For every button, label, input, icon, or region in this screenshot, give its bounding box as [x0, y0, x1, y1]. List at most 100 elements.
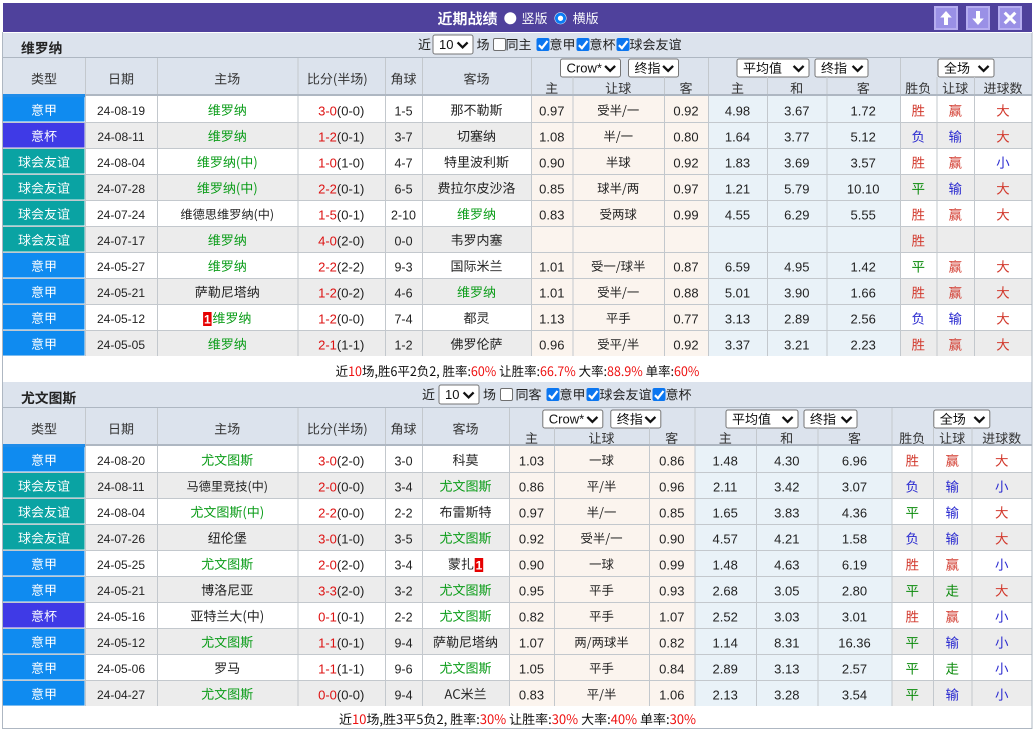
svg-text:1.08: 1.08: [539, 130, 564, 145]
svg-text:3.13: 3.13: [725, 312, 750, 327]
svg-text:0.80: 0.80: [673, 130, 698, 145]
svg-text:(1-1): (1-1): [337, 662, 364, 677]
svg-text:(0-0): (0-0): [337, 688, 364, 703]
svg-text:0.96: 0.96: [659, 480, 684, 495]
svg-text:4-7: 4-7: [394, 156, 412, 170]
svg-text:1-2: 1-2: [318, 130, 337, 145]
svg-text:0.85: 0.85: [659, 506, 684, 521]
svg-text:4.98: 4.98: [725, 104, 750, 119]
svg-text:0.88: 0.88: [673, 286, 698, 301]
svg-text:24-07-28: 24-07-28: [97, 182, 145, 196]
svg-text:3-0: 3-0: [318, 532, 337, 547]
svg-text:0.84: 0.84: [659, 662, 684, 677]
svg-text:(0-0): (0-0): [337, 312, 364, 327]
svg-text:3.77: 3.77: [784, 130, 809, 145]
svg-text:0.77: 0.77: [673, 312, 698, 327]
svg-text:(2-0): (2-0): [337, 584, 364, 599]
svg-text:24-05-21: 24-05-21: [97, 584, 145, 598]
svg-text:(0-2): (0-2): [337, 286, 364, 301]
svg-text:2-1: 2-1: [318, 338, 337, 353]
svg-text:0.96: 0.96: [539, 338, 564, 353]
svg-text:0-1: 0-1: [318, 610, 337, 625]
svg-text:0.92: 0.92: [673, 156, 698, 171]
svg-text:24-08-11: 24-08-11: [97, 480, 144, 494]
svg-text:0.97: 0.97: [519, 506, 544, 521]
svg-text:2-2: 2-2: [318, 260, 337, 275]
svg-text:3-7: 3-7: [394, 130, 412, 144]
svg-text:2.13: 2.13: [713, 688, 738, 703]
svg-text:2-2: 2-2: [318, 182, 337, 197]
svg-text:3-2: 3-2: [394, 584, 412, 598]
svg-text:1.42: 1.42: [851, 260, 876, 275]
svg-text:3-0: 3-0: [394, 454, 412, 468]
svg-text:(0-0): (0-0): [337, 104, 364, 119]
svg-text:1.13: 1.13: [539, 312, 564, 327]
svg-text:8.31: 8.31: [774, 636, 799, 651]
svg-text:0-0: 0-0: [394, 234, 412, 248]
svg-text:1.07: 1.07: [519, 636, 544, 651]
svg-text:3-3: 3-3: [318, 584, 337, 599]
svg-text:0.92: 0.92: [673, 104, 698, 119]
svg-text:(0-1): (0-1): [337, 130, 364, 145]
svg-text:1.48: 1.48: [713, 558, 738, 573]
svg-text:1.01: 1.01: [539, 260, 564, 275]
svg-text:1.83: 1.83: [725, 156, 750, 171]
svg-text:6.19: 6.19: [842, 558, 867, 573]
svg-text:(0-1): (0-1): [337, 636, 364, 651]
svg-text:2.23: 2.23: [851, 338, 876, 353]
svg-text:3.21: 3.21: [784, 338, 809, 353]
svg-text:9-3: 9-3: [394, 260, 412, 274]
svg-text:6-5: 6-5: [394, 182, 412, 196]
svg-text:4.30: 4.30: [774, 454, 799, 469]
svg-text:5.55: 5.55: [851, 208, 876, 223]
svg-text:(1-1): (1-1): [337, 338, 364, 353]
svg-text:3-4: 3-4: [394, 480, 412, 494]
svg-text:10.10: 10.10: [847, 182, 880, 197]
svg-text:0.93: 0.93: [659, 584, 684, 599]
svg-text:24-08-04: 24-08-04: [97, 506, 145, 520]
svg-text:3.67: 3.67: [784, 104, 809, 119]
svg-text:3.90: 3.90: [784, 286, 809, 301]
svg-text:1.21: 1.21: [725, 182, 750, 197]
svg-text:(0-0): (0-0): [337, 506, 364, 521]
svg-text:1-2: 1-2: [394, 338, 412, 352]
svg-text:0.92: 0.92: [519, 532, 544, 547]
svg-text:3.01: 3.01: [842, 610, 867, 625]
svg-text:0.86: 0.86: [519, 480, 544, 495]
svg-text:0-0: 0-0: [318, 688, 337, 703]
svg-text:24-08-04: 24-08-04: [97, 156, 145, 170]
svg-text:3.03: 3.03: [774, 610, 799, 625]
svg-text:0.92: 0.92: [673, 338, 698, 353]
svg-text:0.83: 0.83: [539, 208, 564, 223]
svg-text:2.89: 2.89: [784, 312, 809, 327]
svg-text:24-08-11: 24-08-11: [97, 130, 144, 144]
svg-text:1-2: 1-2: [318, 312, 337, 327]
svg-text:0.83: 0.83: [519, 688, 544, 703]
svg-text:1-1: 1-1: [318, 662, 337, 677]
svg-text:5.79: 5.79: [784, 182, 809, 197]
svg-text:24-05-05: 24-05-05: [97, 338, 145, 352]
svg-text:3.42: 3.42: [774, 480, 799, 495]
svg-text:1: 1: [204, 313, 211, 327]
svg-text:3.83: 3.83: [774, 506, 799, 521]
svg-text:1.14: 1.14: [713, 636, 738, 651]
svg-text:1.64: 1.64: [725, 130, 750, 145]
svg-text:1.06: 1.06: [659, 688, 684, 703]
svg-text:3.54: 3.54: [842, 688, 867, 703]
svg-text:3-0: 3-0: [318, 454, 337, 469]
svg-text:0.85: 0.85: [539, 182, 564, 197]
svg-text:0.90: 0.90: [539, 156, 564, 171]
svg-text:24-05-25: 24-05-25: [97, 558, 145, 572]
svg-text:24-05-16: 24-05-16: [97, 610, 145, 624]
svg-text:2-0: 2-0: [318, 480, 337, 495]
svg-text:3.37: 3.37: [725, 338, 750, 353]
svg-text:3.05: 3.05: [774, 584, 799, 599]
svg-text:1: 1: [476, 559, 483, 573]
svg-text:1.03: 1.03: [519, 454, 544, 469]
svg-text:3.28: 3.28: [774, 688, 799, 703]
svg-text:(2-0): (2-0): [337, 558, 364, 573]
svg-text:3-5: 3-5: [394, 532, 412, 546]
svg-text:2-2: 2-2: [318, 506, 337, 521]
svg-text:4.57: 4.57: [713, 532, 738, 547]
svg-text:(2-0): (2-0): [337, 454, 364, 469]
